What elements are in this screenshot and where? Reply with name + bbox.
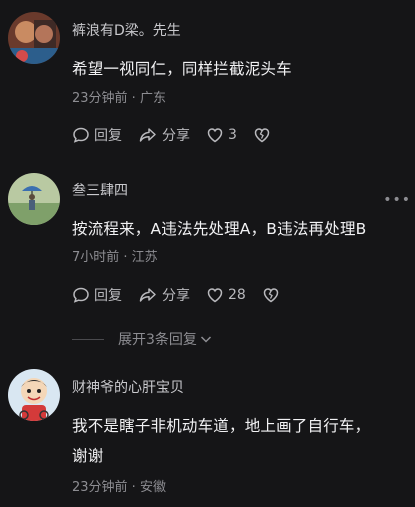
heart-icon: [207, 288, 223, 303]
comment-bubble-icon: [73, 127, 89, 143]
more-options-button[interactable]: •••: [383, 192, 411, 208]
comment-actions: 回复 分享 3: [72, 124, 291, 146]
divider: [72, 338, 104, 340]
like-button[interactable]: 3: [206, 126, 237, 144]
comment-text: 希望一视同仁，同样拦截泥头车: [72, 60, 292, 78]
comment-author[interactable]: 财神爷的心肝宝贝: [72, 377, 184, 397]
like-count: 28: [228, 287, 246, 303]
comment-author[interactable]: 裤浪有D梁。先生: [72, 20, 181, 40]
reply-button[interactable]: 回复: [72, 125, 122, 145]
comment-bubble-icon: [73, 287, 89, 303]
broken-heart-icon: [263, 288, 279, 303]
expand-replies-button[interactable]: 展开3条回复: [72, 329, 213, 349]
dislike-button[interactable]: [262, 286, 284, 304]
like-count: 3: [228, 127, 237, 143]
comment-author[interactable]: 叁三肆四: [72, 180, 128, 200]
broken-heart-icon: [254, 128, 270, 143]
avatar[interactable]: [8, 369, 60, 421]
avatar[interactable]: [8, 12, 60, 64]
share-arrow-icon: [139, 128, 156, 142]
comment-text: 按流程来，A违法先处理A，B违法再处理B: [72, 220, 367, 238]
reply-label: 回复: [94, 288, 122, 304]
chevron-down-icon: [200, 336, 211, 343]
comment-actions: 回复 分享 28: [72, 284, 300, 306]
share-button[interactable]: 分享: [138, 285, 190, 305]
reply-button[interactable]: 回复: [72, 285, 122, 305]
comment-meta: 7小时前 · 江苏: [72, 250, 158, 265]
share-label: 分享: [162, 128, 190, 144]
comment-meta: 23分钟前 · 广东: [72, 91, 166, 106]
comment-meta: 23分钟前 · 安徽: [72, 480, 166, 495]
expand-replies-label: 展开3条回复: [118, 332, 197, 348]
share-button[interactable]: 分享: [138, 125, 190, 145]
comment-text-line-1: 我不是瞎子非机动车道，地上画了自行车，: [72, 417, 371, 435]
comment-text-line-2: 谢谢: [72, 447, 104, 465]
share-label: 分享: [162, 288, 190, 304]
reply-label: 回复: [94, 128, 122, 144]
like-button[interactable]: 28: [206, 286, 246, 304]
share-arrow-icon: [139, 288, 156, 302]
avatar[interactable]: [8, 173, 60, 225]
heart-icon: [207, 128, 223, 143]
dislike-button[interactable]: [253, 126, 275, 144]
